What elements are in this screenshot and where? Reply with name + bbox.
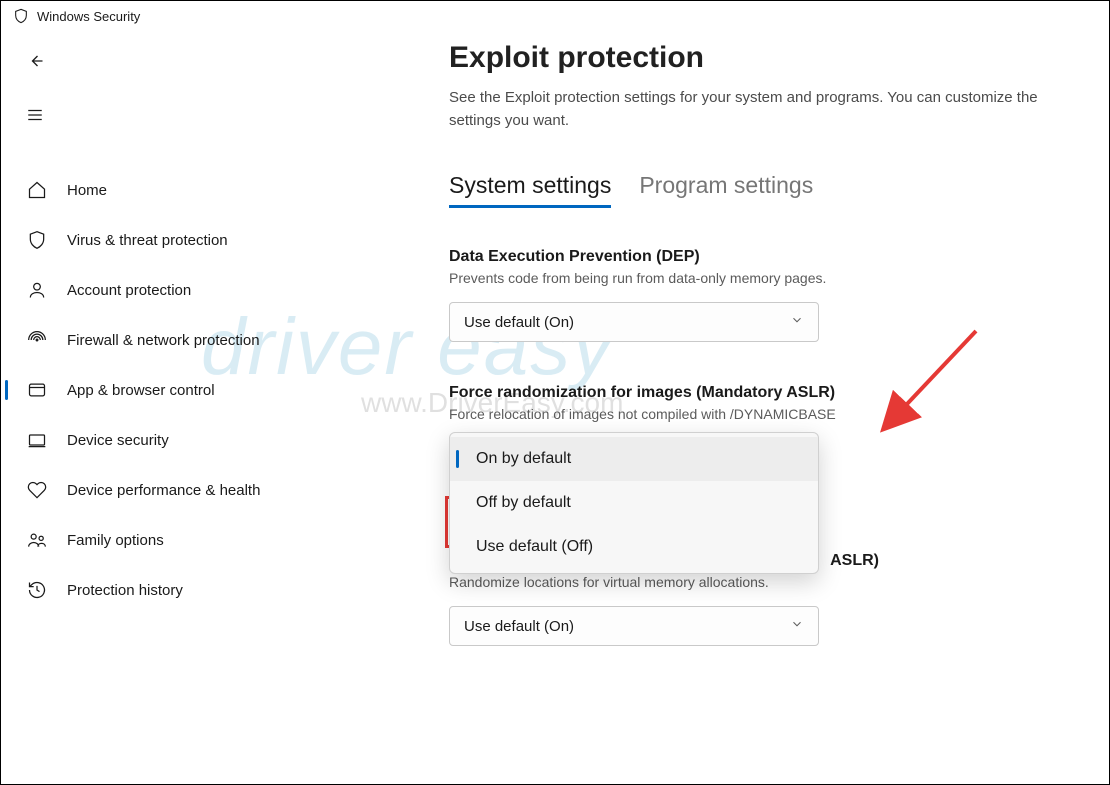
titlebar: Windows Security — [1, 1, 1109, 31]
sidebar-item-device-security[interactable]: Device security — [1, 415, 401, 465]
sidebar-item-label: App & browser control — [67, 382, 215, 399]
app-shield-icon — [13, 8, 29, 24]
setting-desc: Randomize locations for virtual memory a… — [449, 574, 879, 590]
device-icon — [25, 430, 49, 450]
app-browser-icon — [25, 380, 49, 400]
sidebar-item-firewall[interactable]: Firewall & network protection — [1, 315, 401, 365]
dropdown-value: Use default (On) — [464, 314, 574, 331]
sidebar-item-home[interactable]: Home — [1, 165, 401, 215]
setting-desc: Prevents code from being run from data-o… — [449, 270, 879, 286]
health-icon — [25, 480, 49, 500]
option-label: Use default (Off) — [476, 538, 593, 556]
aslr-dropdown-popup: On by default Off by default Use default… — [449, 432, 819, 574]
history-icon — [25, 580, 49, 600]
hamburger-icon — [26, 106, 44, 124]
tabs: System settings Program settings — [449, 172, 1089, 208]
firewall-icon — [25, 330, 49, 350]
dep-dropdown[interactable]: Use default (On) — [449, 302, 819, 342]
shield-icon — [25, 230, 49, 250]
tab-program-settings[interactable]: Program settings — [639, 172, 813, 208]
setting-title: Force randomization for images (Mandator… — [449, 384, 879, 402]
option-label: On by default — [476, 450, 571, 468]
setting-dep: Data Execution Prevention (DEP) Prevents… — [449, 248, 879, 342]
back-button[interactable] — [15, 41, 55, 81]
back-arrow-icon — [25, 51, 45, 71]
page-title: Exploit protection — [449, 41, 1089, 75]
option-on-by-default[interactable]: On by default — [450, 437, 818, 481]
sidebar-item-virus[interactable]: Virus & threat protection — [1, 215, 401, 265]
page-description: See the Exploit protection settings for … — [449, 87, 1039, 132]
tab-system-settings[interactable]: System settings — [449, 172, 611, 208]
hamburger-button[interactable] — [15, 95, 55, 135]
sidebar-item-performance[interactable]: Device performance & health — [1, 465, 401, 515]
setting-desc: Force relocation of images not compiled … — [449, 406, 879, 422]
window-title: Windows Security — [37, 9, 140, 24]
chevron-down-icon — [790, 313, 804, 331]
sidebar: Home Virus & threat protection Account p… — [1, 31, 401, 784]
sidebar-item-label: Family options — [67, 532, 164, 549]
sidebar-item-account[interactable]: Account protection — [1, 265, 401, 315]
dropdown-value: Use default (On) — [464, 618, 574, 635]
family-icon — [25, 530, 49, 550]
sidebar-item-app-browser[interactable]: App & browser control — [1, 365, 401, 415]
option-off-by-default[interactable]: Off by default — [450, 481, 818, 525]
setting-mandatory-aslr: Force randomization for images (Mandator… — [449, 384, 879, 422]
home-icon — [25, 180, 49, 200]
bottomup-dropdown[interactable]: Use default (On) — [449, 606, 819, 646]
setting-title: Data Execution Prevention (DEP) — [449, 248, 879, 266]
option-label: Off by default — [476, 494, 571, 512]
sidebar-item-label: Home — [67, 182, 107, 199]
sidebar-item-label: Virus & threat protection — [67, 232, 228, 249]
sidebar-item-label: Protection history — [67, 582, 183, 599]
sidebar-item-label: Account protection — [67, 282, 191, 299]
chevron-down-icon — [790, 617, 804, 635]
sidebar-item-label: Firewall & network protection — [67, 332, 260, 349]
sidebar-item-label: Device performance & health — [67, 482, 260, 499]
account-icon — [25, 280, 49, 300]
sidebar-item-label: Device security — [67, 432, 169, 449]
sidebar-item-history[interactable]: Protection history — [1, 565, 401, 615]
content-pane: Exploit protection See the Exploit prote… — [401, 31, 1109, 784]
option-use-default-off[interactable]: Use default (Off) — [450, 525, 818, 569]
sidebar-item-family[interactable]: Family options — [1, 515, 401, 565]
